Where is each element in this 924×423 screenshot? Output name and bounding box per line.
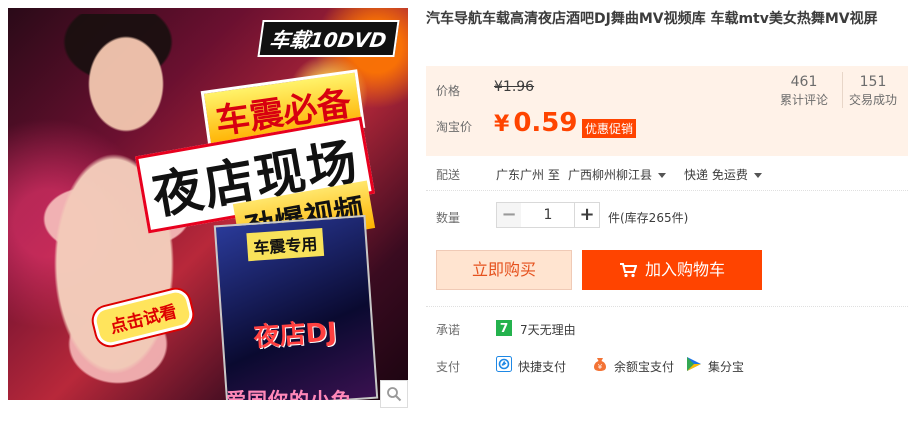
reviews-label: 累计评论 [779,93,828,107]
yuebao-icon: ¥ [594,358,606,371]
chevron-down-icon [753,173,762,178]
currency-symbol: ¥ [494,112,510,137]
ship-method-text: 快递 免运费 [684,168,748,182]
ship-method-select[interactable]: 快递 免运费 [684,166,762,183]
image-bottom-text: 爱国你的小兔 [226,388,352,400]
taobao-price-label: 淘宝价 [436,120,473,134]
taobao-price: ¥0.59 [494,108,577,138]
payment-method-jifenbao[interactable]: 集分宝 [708,358,744,375]
price-panel: 价格 ¥1.96 淘宝价 ¥0.59 优惠促销 461 累计评论 151 交易成… [426,66,908,156]
buy-now-button[interactable]: 立即购买 [436,250,572,290]
divider [426,306,908,307]
ship-to-select[interactable]: 广西柳州柳江县 [568,166,667,183]
dvd-title: 夜店DJ [252,317,338,353]
shipping-label: 配送 [436,168,461,182]
chevron-down-icon [658,173,667,178]
magnifier-icon [387,387,402,402]
product-image[interactable]: 车载10DVD 车震必备 夜店现场 劲爆视频 车震专用 夜店DJ 点击试看 爱国… [8,8,408,400]
quick-pay-icon [496,356,512,372]
sales-count: 151 [859,74,887,90]
add-to-cart-button[interactable]: 加入购物车 [582,250,762,290]
payment-method-yuebao[interactable]: 余额宝支付 [614,358,674,375]
zoom-button[interactable] [380,380,408,408]
original-price: ¥1.96 [494,79,535,95]
add-to-cart-label: 加入购物车 [644,260,725,279]
price-value: 0.59 [513,108,578,138]
payment-label: 支付 [436,360,461,374]
stock-text: 件(库存265件) [608,211,689,225]
cart-icon [619,263,638,278]
dvd-label: 车震专用 [246,227,325,262]
payment-method-quick[interactable]: 快捷支付 [518,358,566,375]
image-badge: 车载10DVD [257,20,400,57]
reviews-count: 461 [790,74,818,90]
divider [426,190,908,191]
ship-from: 广东广州 至 [496,168,560,182]
seven-day-return-icon: 7 [496,320,512,336]
sales-stat: 151 交易成功 [842,72,903,108]
price-label: 价格 [436,84,461,98]
product-title: 汽车导航车载高清夜店酒吧DJ舞曲MV视频库 车载mtv美女热舞MV视屏 [426,11,878,27]
ship-to-text: 广西柳州柳江县 [568,168,653,182]
quantity-input[interactable] [521,202,575,228]
promo-tag[interactable]: 优惠促销 [582,119,637,138]
sales-label: 交易成功 [848,93,897,107]
quantity-decrease-button[interactable]: − [496,202,522,228]
promise-text[interactable]: 7天无理由 [520,321,576,338]
dvd-case: 车震专用 夜店DJ [213,214,379,400]
promise-label: 承诺 [436,323,461,337]
quantity-label: 数量 [436,211,461,225]
svg-text:¥: ¥ [598,363,603,371]
quantity-increase-button[interactable]: + [574,202,600,228]
reviews-stat[interactable]: 461 累计评论 [774,72,834,108]
jifenbao-icon [687,357,701,371]
